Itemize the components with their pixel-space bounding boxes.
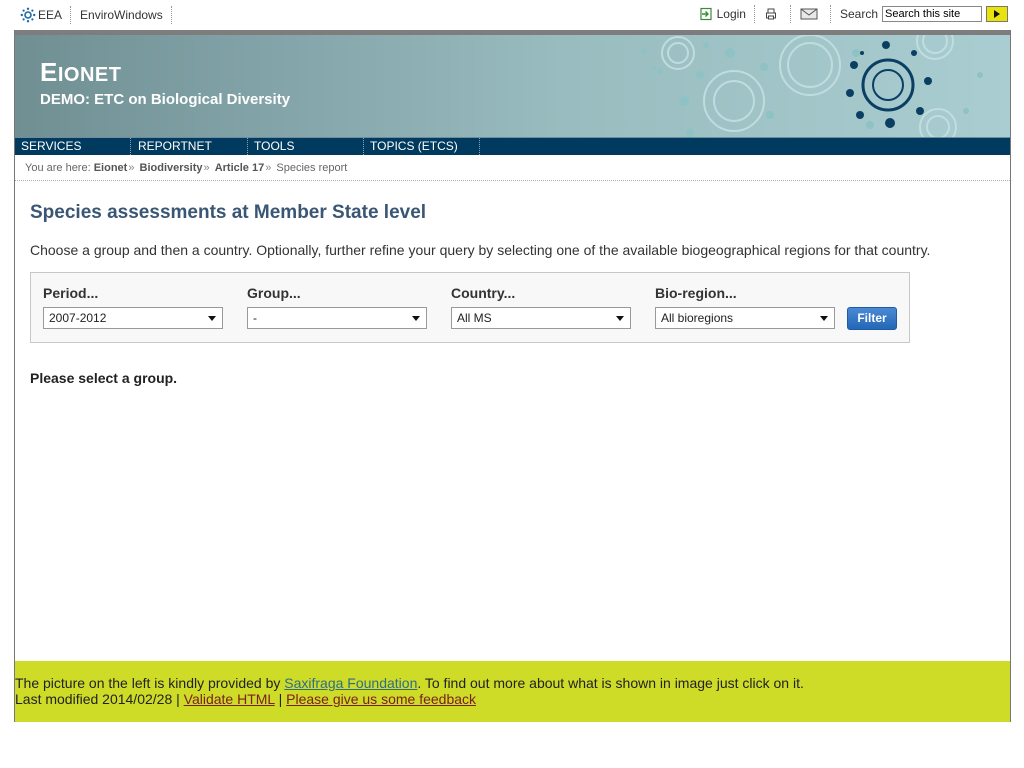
period-value: 2007-2012 bbox=[49, 311, 107, 325]
divider bbox=[789, 5, 792, 23]
login-link[interactable]: Login bbox=[717, 7, 746, 21]
saxifraga-link[interactable]: Saxifraga Foundation bbox=[284, 675, 417, 691]
breadcrumb-article17[interactable]: Article 17 bbox=[215, 162, 265, 174]
footer-credit: The picture on the left is kindly provid… bbox=[15, 675, 804, 691]
search-button[interactable] bbox=[986, 6, 1008, 22]
login-icon[interactable] bbox=[699, 7, 713, 21]
site-title[interactable]: EIONET bbox=[40, 57, 121, 88]
chevron-down-icon bbox=[208, 316, 216, 321]
bioregion-filter: Bio-region... All bioregions bbox=[655, 285, 835, 329]
footer: The picture on the left is kindly provid… bbox=[15, 661, 1010, 722]
feedback-link[interactable]: Please give us some feedback bbox=[286, 691, 476, 707]
validate-html-link[interactable]: Validate HTML bbox=[184, 691, 275, 707]
breadcrumb-biodiversity[interactable]: Biodiversity bbox=[140, 162, 203, 174]
filter-button[interactable]: Filter bbox=[847, 307, 897, 330]
filter-form: Period... 2007-2012 Group... - Country..… bbox=[30, 272, 910, 343]
chevron-down-icon bbox=[820, 316, 828, 321]
status-message: Please select a group. bbox=[30, 370, 178, 386]
chevron-down-icon bbox=[412, 316, 420, 321]
breadcrumb-eionet[interactable]: Eionet bbox=[94, 162, 128, 174]
group-label: Group... bbox=[247, 285, 301, 301]
country-select[interactable]: All MS bbox=[451, 307, 631, 329]
arrow-right-icon bbox=[994, 10, 1000, 18]
header-banner[interactable]: EIONET DEMO: ETC on Biological Diversity bbox=[15, 35, 1010, 137]
divider bbox=[170, 6, 173, 24]
eea-link[interactable]: EEA bbox=[38, 8, 62, 22]
eea-logo-icon[interactable] bbox=[20, 7, 36, 23]
period-label: Period... bbox=[43, 285, 99, 301]
footer-meta: Last modified 2014/02/28 | Validate HTML… bbox=[15, 691, 477, 707]
breadcrumb: You are here: Eionet» Biodiversity» Arti… bbox=[15, 155, 1010, 181]
site-subtitle: DEMO: ETC on Biological Diversity bbox=[40, 91, 291, 108]
top-bar: EEA EnviroWindows Login Search bbox=[0, 0, 1024, 30]
nav-item-tools[interactable]: TOOLS bbox=[248, 138, 364, 155]
bubbles-decoration-icon bbox=[641, 35, 983, 137]
group-filter: Group... - bbox=[247, 285, 427, 329]
search-input[interactable] bbox=[882, 6, 982, 22]
country-value: All MS bbox=[457, 311, 492, 325]
intro-text: Choose a group and then a country. Optio… bbox=[30, 242, 931, 258]
email-icon[interactable] bbox=[800, 7, 818, 21]
nav-item-topics[interactable]: TOPICS (ETCS) bbox=[364, 138, 480, 155]
nav-item-services[interactable]: SERVICES bbox=[15, 138, 131, 155]
divider bbox=[753, 5, 756, 23]
divider bbox=[70, 6, 72, 24]
breadcrumb-separator: » bbox=[265, 162, 272, 174]
page-frame: EIONET DEMO: ETC on Biological Diversity bbox=[14, 30, 1011, 722]
page-title: Species assessments at Member State leve… bbox=[30, 202, 427, 223]
group-value: - bbox=[253, 311, 257, 325]
breadcrumb-prefix: You are here: bbox=[25, 162, 91, 174]
group-select[interactable]: - bbox=[247, 307, 427, 329]
search-label: Search bbox=[839, 7, 878, 21]
bioregion-select[interactable]: All bioregions bbox=[655, 307, 835, 329]
main-nav: SERVICES REPORTNET TOOLS TOPICS (ETCS) bbox=[15, 137, 1010, 155]
top-tools: Login Search bbox=[699, 5, 1008, 23]
top-links: EEA EnviroWindows bbox=[20, 6, 181, 24]
country-label: Country... bbox=[451, 285, 516, 301]
period-filter: Period... 2007-2012 bbox=[43, 285, 223, 329]
period-select[interactable]: 2007-2012 bbox=[43, 307, 223, 329]
divider bbox=[829, 5, 832, 23]
bioregion-value: All bioregions bbox=[661, 311, 734, 325]
breadcrumb-separator: » bbox=[203, 162, 210, 174]
nav-item-reportnet[interactable]: REPORTNET bbox=[132, 138, 248, 155]
country-filter: Country... All MS bbox=[451, 285, 631, 329]
breadcrumb-separator: » bbox=[128, 162, 135, 174]
breadcrumb-current: Species report bbox=[276, 162, 348, 174]
chevron-down-icon bbox=[616, 316, 624, 321]
bioregion-label: Bio-region... bbox=[655, 285, 737, 301]
envirowindows-link[interactable]: EnviroWindows bbox=[80, 8, 163, 22]
last-modified: Last modified 2014/02/28 | bbox=[15, 691, 184, 707]
print-icon[interactable] bbox=[764, 7, 778, 21]
